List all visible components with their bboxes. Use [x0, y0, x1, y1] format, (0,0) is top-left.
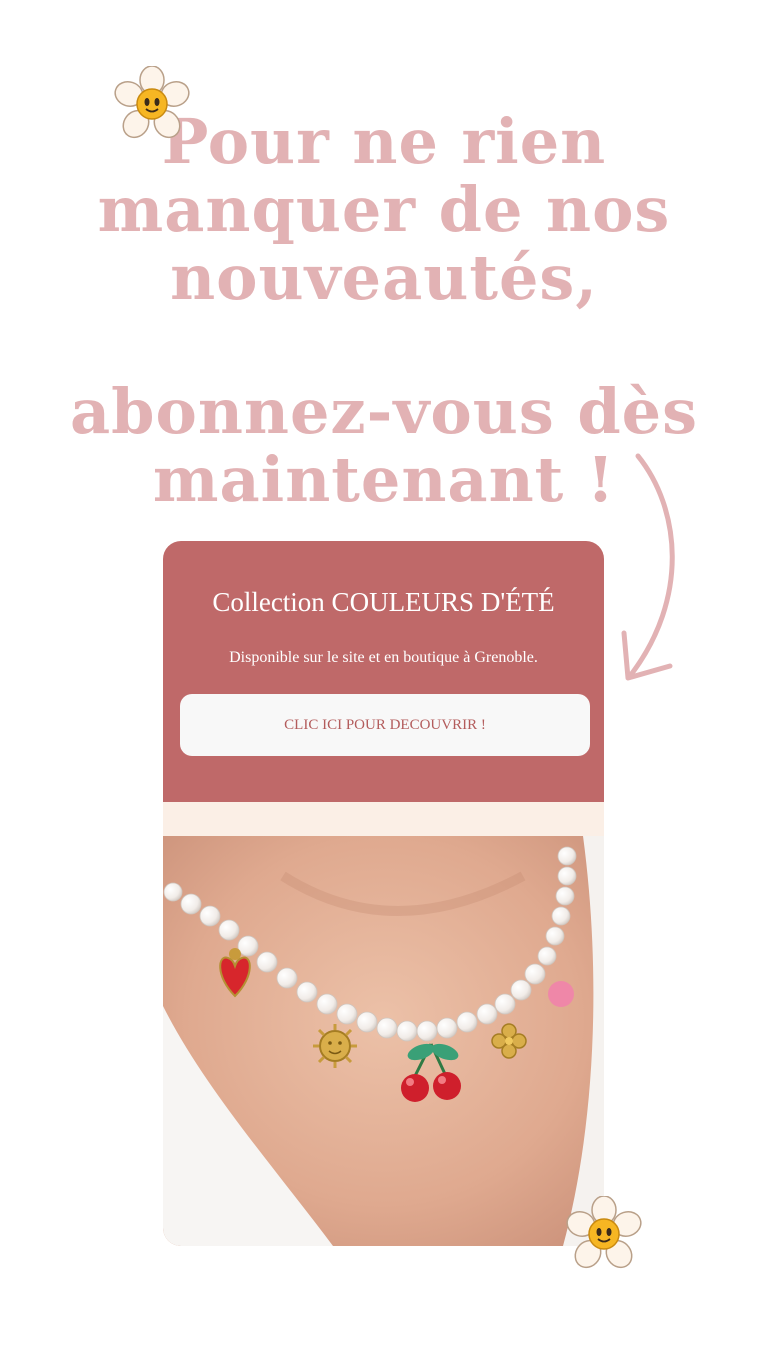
discover-button[interactable]: CLIC ICI POUR DECOUVRIR !	[180, 694, 590, 756]
daisy-icon	[114, 65, 190, 142]
promo-title: Collection COULEURS D'ÉTÉ	[212, 587, 555, 617]
pearl-necklace-photo	[163, 836, 604, 1246]
newsletter-preview-card: Collection COULEURS D'ÉTÉ Disponible sur…	[163, 541, 604, 1246]
curved-arrow-icon	[610, 448, 700, 688]
divider-band	[163, 802, 604, 836]
promo-banner: Collection COULEURS D'ÉTÉ Disponible sur…	[163, 541, 604, 802]
daisy-icon	[566, 1195, 642, 1272]
promo-subtitle: Disponible sur le site et en boutique à …	[229, 649, 538, 666]
